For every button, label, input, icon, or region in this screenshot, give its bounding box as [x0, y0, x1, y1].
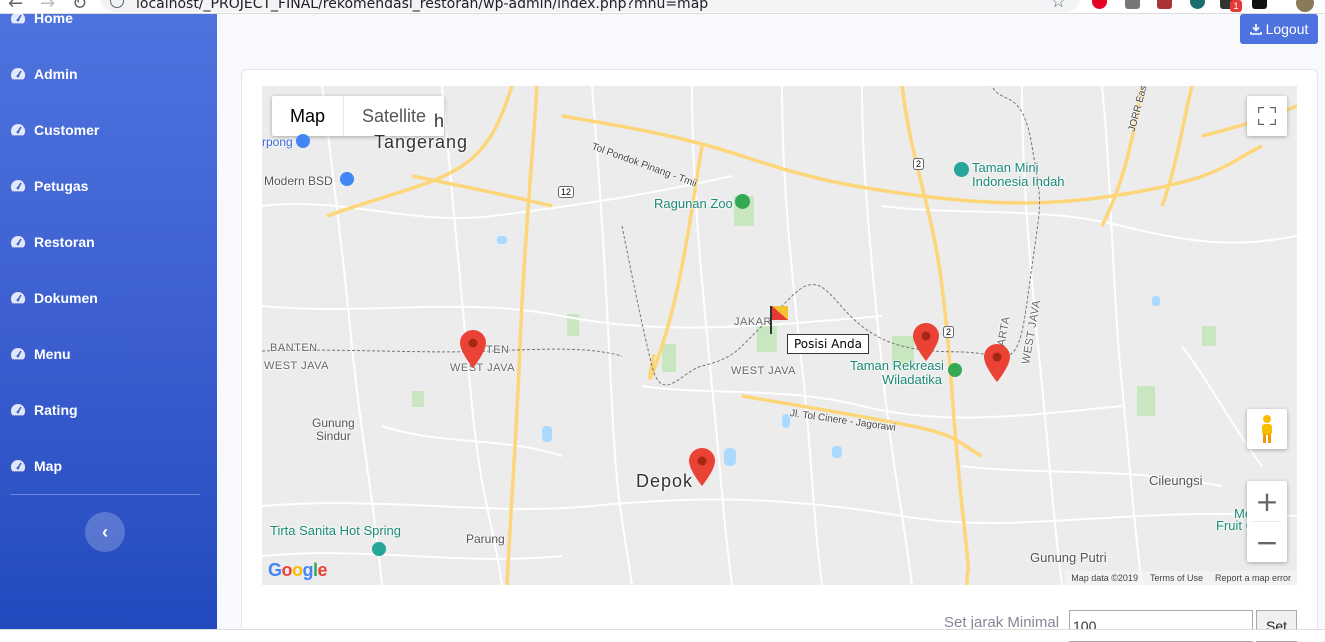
map-label: JAKAR [734, 316, 772, 328]
highway-shield: 2 [943, 326, 955, 338]
sidebar-toggle-button[interactable]: ‹ [85, 512, 125, 552]
reload-icon[interactable]: ↻ [72, 0, 87, 13]
map-label: Indonesia Indah [972, 174, 1065, 189]
sidebar-item-customer[interactable]: Customer [10, 118, 99, 142]
screenshot-extension-icon[interactable] [1252, 0, 1267, 9]
fullscreen-button[interactable] [1247, 96, 1287, 136]
pdf-extension-icon[interactable] [1157, 0, 1172, 9]
sidebar-item-label: Map [34, 458, 62, 474]
google-logo: Google [268, 560, 328, 580]
map-data-credit: Map data ©2019 [1071, 573, 1138, 583]
logout-label: Logout [1265, 21, 1309, 37]
sidebar-item-dokumen[interactable]: Dokumen [10, 286, 98, 310]
browser-bottom-edge [0, 629, 1325, 641]
map-type-map-button[interactable]: Map [272, 96, 343, 136]
pinterest-icon[interactable] [1092, 0, 1107, 9]
map-label: Taman Mini [972, 160, 1039, 175]
sidebar-item-map[interactable]: Map [10, 454, 62, 478]
hot-spring-poi-icon [372, 542, 386, 556]
restaurant-marker-icon[interactable] [460, 330, 486, 368]
browser-toolbar: ← → ↻ localhost/_PROJECT_FINAL/rekomenda… [0, 0, 1325, 14]
sidebar-item-petugas[interactable]: Petugas [10, 174, 88, 198]
map-label: Tangerang [374, 132, 469, 152]
dashboard-gauge-icon [11, 67, 26, 80]
zoom-in-button[interactable]: + [1247, 481, 1287, 521]
sidebar-item-menu[interactable]: Menu [10, 342, 71, 366]
map-label: Cileungsi [1149, 473, 1203, 488]
dashboard-gauge-icon [11, 291, 26, 304]
dashboard-gauge-icon [11, 459, 26, 472]
sidebar-item-label: Restoran [34, 234, 95, 250]
terms-of-use-link[interactable]: Terms of Use [1150, 573, 1203, 583]
map-label: TEN [486, 344, 510, 356]
dashboard-gauge-icon [11, 347, 26, 360]
sidebar-item-label: Home [34, 10, 73, 26]
position-tooltip: Posisi Anda [787, 334, 869, 354]
zoom-out-button[interactable]: − [1247, 522, 1287, 562]
url-text[interactable]: localhost/_PROJECT_FINAL/rekomendasi_res… [136, 0, 708, 12]
map-attribution: Map data ©2019 Terms of Use Report a map… [1065, 571, 1297, 585]
pegman-icon [1262, 415, 1272, 443]
sidebar-item-admin[interactable]: Admin [10, 62, 78, 86]
dashboard-gauge-icon [11, 123, 26, 136]
extension-badge: 1 [1230, 0, 1242, 12]
map-label: WEST JAVA [731, 365, 797, 377]
map-type-satellite-button[interactable]: Satellite [343, 96, 444, 136]
map-label: Tirta Sanita Hot Spring [270, 523, 402, 538]
dashboard-gauge-icon [11, 403, 26, 416]
sidebar: Home Admin Customer Petugas Restoran Dok… [0, 10, 217, 629]
restaurant-marker-icon[interactable] [984, 344, 1010, 382]
fullscreen-icon [1258, 107, 1276, 125]
dashboard-gauge-icon [11, 235, 26, 248]
park-poi-icon [948, 363, 962, 377]
dashboard-gauge-icon [11, 179, 26, 192]
shopping-poi-icon [296, 134, 310, 148]
zoom-control: + − [1247, 481, 1287, 562]
google-map[interactable]: Map Satellite h Tangerang rpong Modern B… [262, 86, 1297, 585]
sidebar-item-home[interactable]: Home [10, 6, 73, 30]
street-view-pegman-button[interactable] [1247, 409, 1287, 449]
restaurant-marker-icon[interactable] [913, 323, 939, 361]
info-icon[interactable] [110, 0, 124, 8]
highway-shield: 2 [913, 158, 925, 170]
address-bar[interactable]: localhost/_PROJECT_FINAL/rekomendasi_res… [100, 0, 1080, 12]
map-label: rpong [262, 135, 293, 149]
sidebar-item-label: Rating [34, 402, 78, 418]
sidebar-item-rating[interactable]: Rating [10, 398, 78, 422]
map-label: Wiladatika [882, 372, 942, 387]
extension-icon[interactable] [1190, 0, 1205, 9]
map-label: h [434, 111, 446, 131]
map-label: Parung [466, 532, 505, 546]
chevron-left-icon: ‹ [102, 521, 108, 542]
dashboard-gauge-icon [11, 11, 26, 24]
sidebar-item-label: Customer [34, 122, 100, 138]
map-label: Ragunan Zoo [654, 196, 733, 211]
shopping-poi-icon [340, 172, 354, 186]
map-label: Gunung Putri [1030, 550, 1107, 565]
profile-avatar[interactable] [1296, 0, 1314, 12]
map-label: Modern BSD [264, 174, 333, 188]
map-label: Depok [636, 471, 694, 491]
sidebar-item-restoran[interactable]: Restoran [10, 230, 95, 254]
report-map-error-link[interactable]: Report a map error [1215, 573, 1291, 583]
highway-shield: 12 [558, 186, 575, 198]
sidebar-item-label: Admin [34, 66, 78, 82]
zoo-poi-icon [735, 194, 750, 209]
logout-button[interactable]: Logout [1240, 14, 1318, 44]
sidebar-item-label: Dokumen [34, 290, 98, 306]
download-icon [1249, 24, 1262, 35]
camera-extension-icon[interactable] [1125, 0, 1140, 9]
sidebar-item-label: Petugas [34, 178, 89, 194]
bookmark-star-icon[interactable]: ☆ [1051, 0, 1066, 12]
sidebar-divider [10, 494, 200, 495]
sidebar-item-label: Menu [34, 346, 71, 362]
current-position-flag-icon[interactable] [768, 304, 790, 336]
map-type-control: Map Satellite [272, 96, 445, 136]
map-label: WEST JAVA [264, 360, 330, 372]
restaurant-marker-icon[interactable] [689, 448, 715, 486]
map-label: Gunung [312, 416, 355, 430]
park-poi-icon [954, 162, 969, 177]
map-label: Sindur [316, 429, 351, 443]
map-label: BANTEN [270, 342, 318, 354]
